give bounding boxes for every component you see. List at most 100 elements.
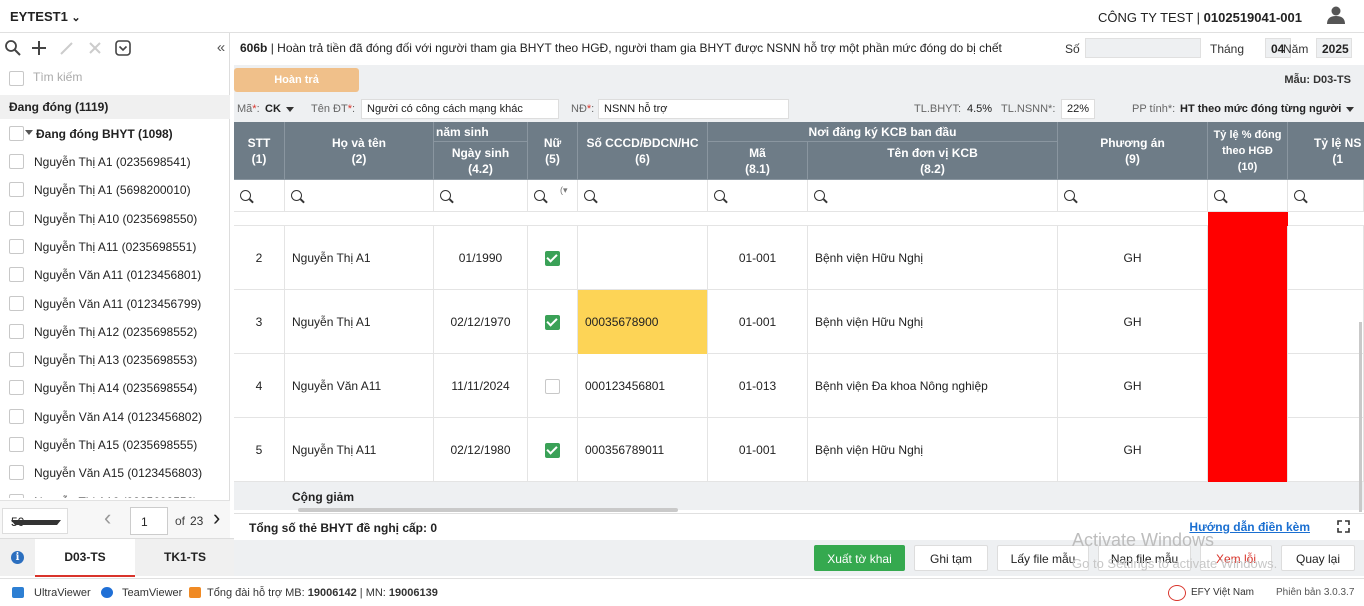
filter-nu-dropdown-icon[interactable]: (▾ bbox=[560, 185, 568, 196]
cell-tylens[interactable] bbox=[1288, 418, 1364, 482]
filter-ho-ten[interactable] bbox=[285, 180, 434, 212]
cell-stt[interactable]: 2 bbox=[234, 226, 285, 290]
cell-ma[interactable]: 01-013 bbox=[708, 354, 808, 418]
search-icon[interactable] bbox=[4, 39, 22, 57]
filter-ma[interactable] bbox=[708, 180, 808, 212]
teamviewer-link[interactable]: TeamViewer bbox=[122, 587, 182, 599]
group-header[interactable]: Đang đóng (1119) bbox=[0, 95, 230, 119]
cell-dob[interactable]: 11/11/2024 bbox=[434, 354, 528, 418]
unchecked-checkbox[interactable] bbox=[545, 378, 560, 394]
list-item[interactable]: Nguyễn Văn A11 (0123456801) bbox=[0, 261, 230, 289]
cell-tylens[interactable] bbox=[1288, 226, 1364, 290]
cell-female[interactable] bbox=[528, 418, 578, 482]
list-item[interactable]: Nguyễn Văn A11 (0123456799) bbox=[0, 290, 230, 318]
cell-tylens[interactable] bbox=[1288, 354, 1364, 418]
filter-dropdown-icon[interactable] bbox=[114, 39, 132, 57]
list-item[interactable]: Nguyễn Văn A15 (0123456803) bbox=[0, 459, 230, 487]
cell-tyle[interactable] bbox=[1208, 226, 1288, 290]
cell-ma[interactable]: 01-001 bbox=[708, 418, 808, 482]
cell-dob[interactable]: 01/1990 bbox=[434, 226, 528, 290]
checked-checkbox[interactable] bbox=[545, 314, 560, 330]
xuat-to-khai-button[interactable]: Xuất tờ khai bbox=[814, 545, 905, 571]
list-item[interactable]: Nguyễn Thị A12 (0235698552) bbox=[0, 318, 230, 346]
filter-cccd[interactable] bbox=[578, 180, 708, 212]
table-row[interactable]: 4 Nguyễn Văn A11 11/11/2024 000123456801 01-… bbox=[234, 354, 1364, 418]
cell-name[interactable]: Nguyễn Thị A11 bbox=[285, 418, 434, 482]
cell-dob[interactable]: 02/12/1970 bbox=[434, 290, 528, 354]
list-item[interactable]: Nguyễn Thị A13 (0235698553) bbox=[0, 346, 230, 374]
filter-phuong-an[interactable] bbox=[1058, 180, 1208, 212]
add-icon[interactable] bbox=[30, 39, 48, 57]
table-row[interactable]: 2 Nguyễn Thị A1 01/1990 01-001 Bệnh viện Hữu… bbox=[234, 226, 1364, 290]
list-item[interactable]: Nguyễn Thị A11 (0235698551) bbox=[0, 233, 230, 261]
list-item-checkbox[interactable] bbox=[9, 352, 24, 368]
cell-stt[interactable]: 4 bbox=[234, 354, 285, 418]
list-item[interactable]: Nguyễn Thị A1 (5698200010) bbox=[0, 176, 230, 204]
col-ho-ten[interactable]: Họ và tên (2) bbox=[285, 122, 434, 180]
hoan-tra-button[interactable]: Hoàn trả bbox=[234, 68, 359, 92]
list-item-checkbox[interactable] bbox=[9, 465, 24, 481]
cell-stt[interactable]: 3 bbox=[234, 290, 285, 354]
tab-tk1-ts[interactable]: TK1-TS bbox=[135, 539, 235, 577]
nam-input[interactable]: 2025 bbox=[1316, 38, 1352, 58]
cell-pa[interactable]: GH bbox=[1058, 290, 1208, 354]
cell-ma[interactable]: 01-001 bbox=[708, 290, 808, 354]
checked-checkbox[interactable] bbox=[545, 250, 560, 266]
list-item-checkbox[interactable] bbox=[9, 408, 24, 424]
collapse-panel-icon[interactable]: « bbox=[212, 39, 230, 57]
list-item[interactable]: Nguyễn Thị A16 (0235698556) bbox=[0, 488, 230, 498]
list-item-checkbox[interactable] bbox=[9, 380, 24, 396]
list-item-checkbox[interactable] bbox=[9, 154, 24, 169]
filter-ngay-sinh[interactable] bbox=[434, 180, 528, 212]
cell-dv[interactable]: Bệnh viện Hữu Nghị bbox=[808, 290, 1058, 354]
cell-cccd[interactable] bbox=[578, 226, 708, 290]
cell-dv[interactable]: Bệnh viện Đa khoa Nông nghiệp bbox=[808, 354, 1058, 418]
tab-d03-ts[interactable]: D03-TS bbox=[35, 539, 135, 577]
fullscreen-icon[interactable] bbox=[1337, 520, 1350, 533]
list-item-checkbox[interactable] bbox=[9, 267, 24, 283]
col-ngay-sinh[interactable]: Ngày sinh (4.2) bbox=[434, 142, 528, 180]
user-icon[interactable] bbox=[1326, 5, 1346, 25]
prev-page-icon[interactable]: ‹ bbox=[104, 507, 122, 530]
ghi-tam-button[interactable]: Ghi tạm bbox=[914, 545, 988, 571]
list-item-checkbox[interactable] bbox=[9, 323, 24, 339]
ma-select[interactable]: CK bbox=[265, 103, 294, 115]
list-item-checkbox[interactable] bbox=[9, 437, 24, 452]
list-item-checkbox[interactable] bbox=[9, 210, 24, 226]
col-ty-le-dong[interactable]: Tỷ lệ % đóng theo HGĐ (10) bbox=[1208, 122, 1288, 180]
so-input[interactable] bbox=[1085, 38, 1201, 58]
table-row[interactable]: 3 Nguyễn Thị A1 02/12/1970 00035678900 01-00… bbox=[234, 290, 1364, 354]
select-all-checkbox[interactable] bbox=[9, 71, 24, 86]
col-phuong-an[interactable]: Phương án (9) bbox=[1058, 122, 1208, 180]
cell-stt[interactable]: 5 bbox=[234, 418, 285, 482]
list-item[interactable]: Nguyễn Thị A15 (0235698555) bbox=[0, 431, 230, 459]
filter-stt[interactable] bbox=[234, 180, 285, 212]
next-page-icon[interactable]: › bbox=[213, 507, 231, 530]
nd-input[interactable]: NSNN hỗ trợ bbox=[598, 99, 789, 119]
col-ten-don-vi[interactable]: Tên đơn vị KCB (8.2) bbox=[808, 142, 1058, 180]
quay-lai-button[interactable]: Quay lại bbox=[1281, 545, 1355, 571]
cell-name[interactable]: Nguyễn Văn A11 bbox=[285, 354, 434, 418]
filter-ty-le[interactable] bbox=[1208, 180, 1288, 212]
col-ty-le-ns[interactable]: Tỷ lệ NS (1 bbox=[1288, 122, 1364, 180]
cell-tyle[interactable] bbox=[1208, 290, 1288, 354]
horizontal-scrollbar[interactable] bbox=[298, 508, 678, 512]
cell-tylens[interactable] bbox=[1288, 290, 1364, 354]
cell-cccd[interactable]: 000123456801 bbox=[578, 354, 708, 418]
cell-female[interactable] bbox=[528, 226, 578, 290]
list-item-checkbox[interactable] bbox=[9, 182, 24, 198]
app-title-dropdown[interactable]: EYTEST1 ⌄ bbox=[10, 9, 81, 24]
cell-tyle[interactable] bbox=[1208, 418, 1288, 482]
list-item-checkbox[interactable] bbox=[9, 295, 24, 311]
cell-name[interactable]: Nguyễn Thị A1 bbox=[285, 290, 434, 354]
vertical-scrollbar[interactable] bbox=[1359, 322, 1362, 512]
cell-cccd[interactable]: 000356789011 bbox=[578, 418, 708, 482]
cell-pa[interactable]: GH bbox=[1058, 226, 1208, 290]
pp-tinh-select[interactable]: HT theo mức đóng từng người bbox=[1180, 103, 1355, 115]
info-icon[interactable]: i bbox=[11, 551, 24, 564]
checked-checkbox[interactable] bbox=[545, 442, 560, 458]
cell-tyle[interactable] bbox=[1208, 354, 1288, 418]
list-item[interactable]: Nguyễn Thị A10 (0235698550) bbox=[0, 205, 230, 233]
page-size-select[interactable]: 50 bbox=[2, 508, 68, 534]
edit-icon[interactable] bbox=[58, 39, 76, 57]
